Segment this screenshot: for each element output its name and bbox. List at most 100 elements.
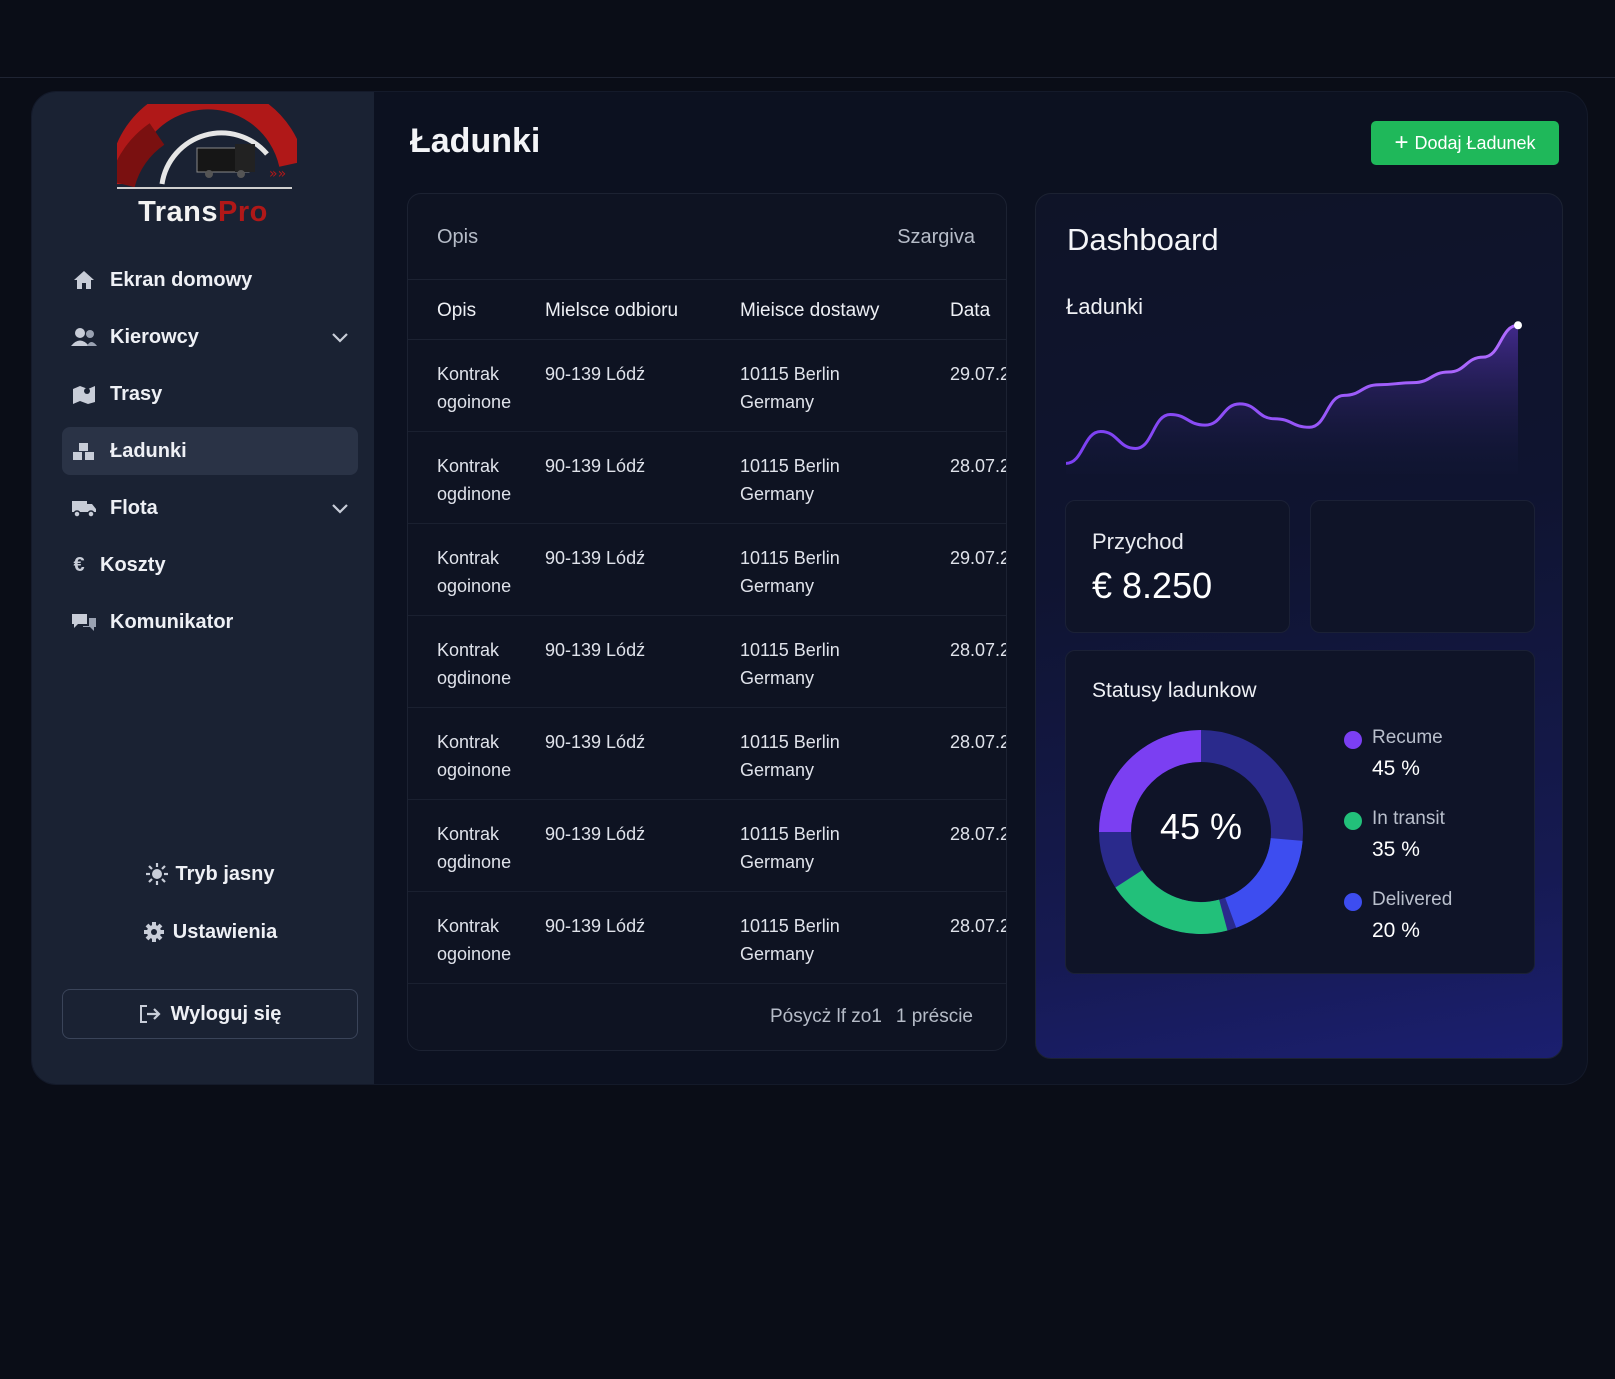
add-load-button[interactable]: + Dodaj Ładunek bbox=[1371, 121, 1559, 165]
sidebar-item-label: Komunikator bbox=[110, 610, 234, 633]
column-header-description[interactable]: Opis bbox=[437, 300, 476, 322]
destination-line1: 10115 Berlin bbox=[740, 916, 840, 936]
destination-line1: 10115 Berlin bbox=[740, 824, 840, 844]
table-row[interactable]: Kontrak ogdinone 90-139 Lódź 10115 Berlin… bbox=[408, 616, 1007, 708]
legend-label: Recume bbox=[1372, 727, 1443, 748]
legend-dot bbox=[1344, 812, 1362, 830]
destination-line2: Germany bbox=[740, 576, 815, 596]
cell-description: Kontrak ogoinone bbox=[437, 912, 511, 968]
cell-date: 28.07.2 bbox=[950, 456, 1007, 476]
cell-destination: 10115 Berlin Germany bbox=[740, 820, 840, 876]
legend-value: 45 % bbox=[1372, 757, 1420, 780]
cell-description: Kontrak ogdinone bbox=[437, 820, 511, 876]
sidebar-item-messenger[interactable]: Komunikator bbox=[62, 598, 358, 646]
sidebar-item-home[interactable]: Ekran domowy bbox=[62, 256, 358, 304]
cell-date: 28.07.2 bbox=[950, 732, 1007, 752]
cell-destination: 10115 Berlin Germany bbox=[740, 636, 840, 692]
chart-point bbox=[1514, 321, 1522, 330]
plus-icon: + bbox=[1394, 129, 1409, 156]
cell-description: Kontrak ogoinone bbox=[437, 360, 511, 416]
cell-date: 29.07.2 bbox=[950, 548, 1007, 568]
table-row[interactable]: Kontrak ogoinone 90-139 Lódź 10115 Berlin… bbox=[408, 708, 1007, 800]
table-row[interactable]: Kontrak ogdinone 90-139 Lódź 10115 Berlin… bbox=[408, 800, 1007, 892]
cell-pickup: 90-139 Lódź bbox=[545, 640, 646, 660]
cell-pickup: 90-139 Lódź bbox=[545, 732, 646, 752]
settings-link[interactable]: Ustawienia bbox=[62, 912, 358, 952]
logout-label: Wyloguj się bbox=[170, 1002, 282, 1025]
chevron-down-icon[interactable] bbox=[330, 327, 350, 347]
sidebar-item-costs[interactable]: € Koszty bbox=[62, 541, 358, 589]
column-header-destination[interactable]: Mieisce dostawy bbox=[740, 300, 879, 322]
description-line1: Kontrak bbox=[437, 640, 500, 660]
cell-destination: 10115 Berlin Germany bbox=[740, 544, 840, 600]
table-row[interactable]: Kontrak ogoinone 90-139 Lódź 10115 Berlin… bbox=[408, 892, 1007, 984]
cell-destination: 10115 Berlin Germany bbox=[740, 912, 840, 968]
legend-dot bbox=[1344, 893, 1362, 911]
table-row[interactable]: Kontrak ogoinone 90-139 Lódź 10115 Berlin… bbox=[408, 340, 1006, 432]
destination-line2: Germany bbox=[740, 852, 815, 872]
destination-line1: 10115 Berlin bbox=[740, 732, 840, 752]
cell-date: 28.07.2 bbox=[950, 640, 1007, 660]
load-status-card: Statusy ladunkow 45 % Recume 45 % In tra… bbox=[1065, 650, 1535, 974]
home-icon bbox=[70, 269, 98, 291]
description-line1: Kontrak bbox=[437, 916, 500, 936]
truck-icon bbox=[70, 497, 98, 519]
description-line1: Kontrak bbox=[437, 824, 500, 844]
chart-area-fill bbox=[1066, 325, 1518, 474]
table-header-row: Opis Mielsce odbioru Mieisce dostawy Dat… bbox=[408, 280, 1006, 340]
page-title: Ładunki bbox=[410, 122, 541, 160]
chat-icon bbox=[70, 611, 98, 633]
description-line2: ogoinone bbox=[437, 576, 512, 596]
column-header-pickup[interactable]: Mielsce odbioru bbox=[545, 300, 678, 322]
description-line1: Kontrak bbox=[437, 364, 500, 384]
table-card-header-right[interactable]: Szargiva bbox=[897, 226, 975, 249]
column-header-date[interactable]: Data bbox=[950, 300, 990, 322]
light-mode-toggle[interactable]: Tryb jasny bbox=[62, 854, 358, 894]
legend-value: 20 % bbox=[1372, 919, 1420, 942]
cell-pickup: 90-139 Lódź bbox=[545, 548, 646, 568]
cell-pickup: 90-139 Lódź bbox=[545, 364, 646, 384]
destination-line2: Germany bbox=[740, 944, 815, 964]
description-line2: ogoinone bbox=[437, 944, 512, 964]
revenue-label: Przychod bbox=[1092, 529, 1184, 554]
sidebar-item-drivers[interactable]: Kierowcy bbox=[62, 313, 358, 361]
cell-destination: 10115 Berlin Germany bbox=[740, 452, 840, 508]
light-mode-label: Tryb jasny bbox=[175, 862, 275, 885]
pagination-text[interactable]: Pósycż lf zo1 bbox=[770, 1006, 882, 1027]
revenue-card: Przychod € 8.250 bbox=[1065, 500, 1290, 633]
sidebar-item-loads[interactable]: Ładunki bbox=[62, 427, 358, 475]
brand-name-part1: Trans bbox=[138, 196, 219, 228]
description-line2: ogoinone bbox=[437, 392, 512, 412]
table-card-header: Opis Szargiva bbox=[408, 194, 1006, 280]
logout-button[interactable]: Wyloguj się bbox=[62, 989, 358, 1039]
legend-dot bbox=[1344, 731, 1362, 749]
description-line2: ogdinone bbox=[437, 484, 512, 504]
destination-line2: Germany bbox=[740, 760, 815, 780]
euro-icon: € bbox=[73, 553, 85, 576]
cell-description: Kontrak ogdinone bbox=[437, 636, 511, 692]
destination-line1: 10115 Berlin bbox=[740, 364, 840, 384]
description-line2: ogoinone bbox=[437, 760, 512, 780]
table-row[interactable]: Kontrak ogdinone 90-139 Lódź 10115 Berlin… bbox=[408, 432, 1007, 524]
sidebar-item-fleet[interactable]: Flota bbox=[62, 484, 358, 532]
sun-icon bbox=[145, 863, 168, 885]
legend-value: 35 % bbox=[1372, 838, 1420, 861]
table-row[interactable]: Kontrak ogoinone 90-139 Lódź 10115 Berlin… bbox=[408, 524, 1007, 616]
legend-label: Delivered bbox=[1372, 889, 1453, 910]
dashboard-card: Dashboard Ładunki Przychod € 8.250 Statu… bbox=[1035, 193, 1563, 1059]
description-line1: Kontrak bbox=[437, 732, 500, 752]
destination-line2: Germany bbox=[740, 668, 815, 688]
app-window: »» TransPro Ekran domowy Kierowcy Trasy … bbox=[32, 92, 1587, 1084]
chevron-down-icon[interactable] bbox=[330, 498, 350, 518]
line-chart-label: Ładunki bbox=[1066, 294, 1144, 319]
pagination: Pósycż lf zo1 1 préscie bbox=[770, 1006, 973, 1028]
sidebar-item-label: Koszty bbox=[100, 553, 166, 576]
logout-icon bbox=[139, 1004, 161, 1024]
sidebar-item-label: Trasy bbox=[110, 382, 163, 405]
loads-line-chart bbox=[1065, 321, 1522, 474]
cell-date: 28.07.2 bbox=[950, 916, 1007, 936]
sidebar-item-routes[interactable]: Trasy bbox=[62, 370, 358, 418]
cell-date: 28.07.2 bbox=[950, 824, 1007, 844]
gear-icon bbox=[143, 921, 165, 943]
pagination-pages[interactable]: 1 préscie bbox=[896, 1006, 973, 1027]
